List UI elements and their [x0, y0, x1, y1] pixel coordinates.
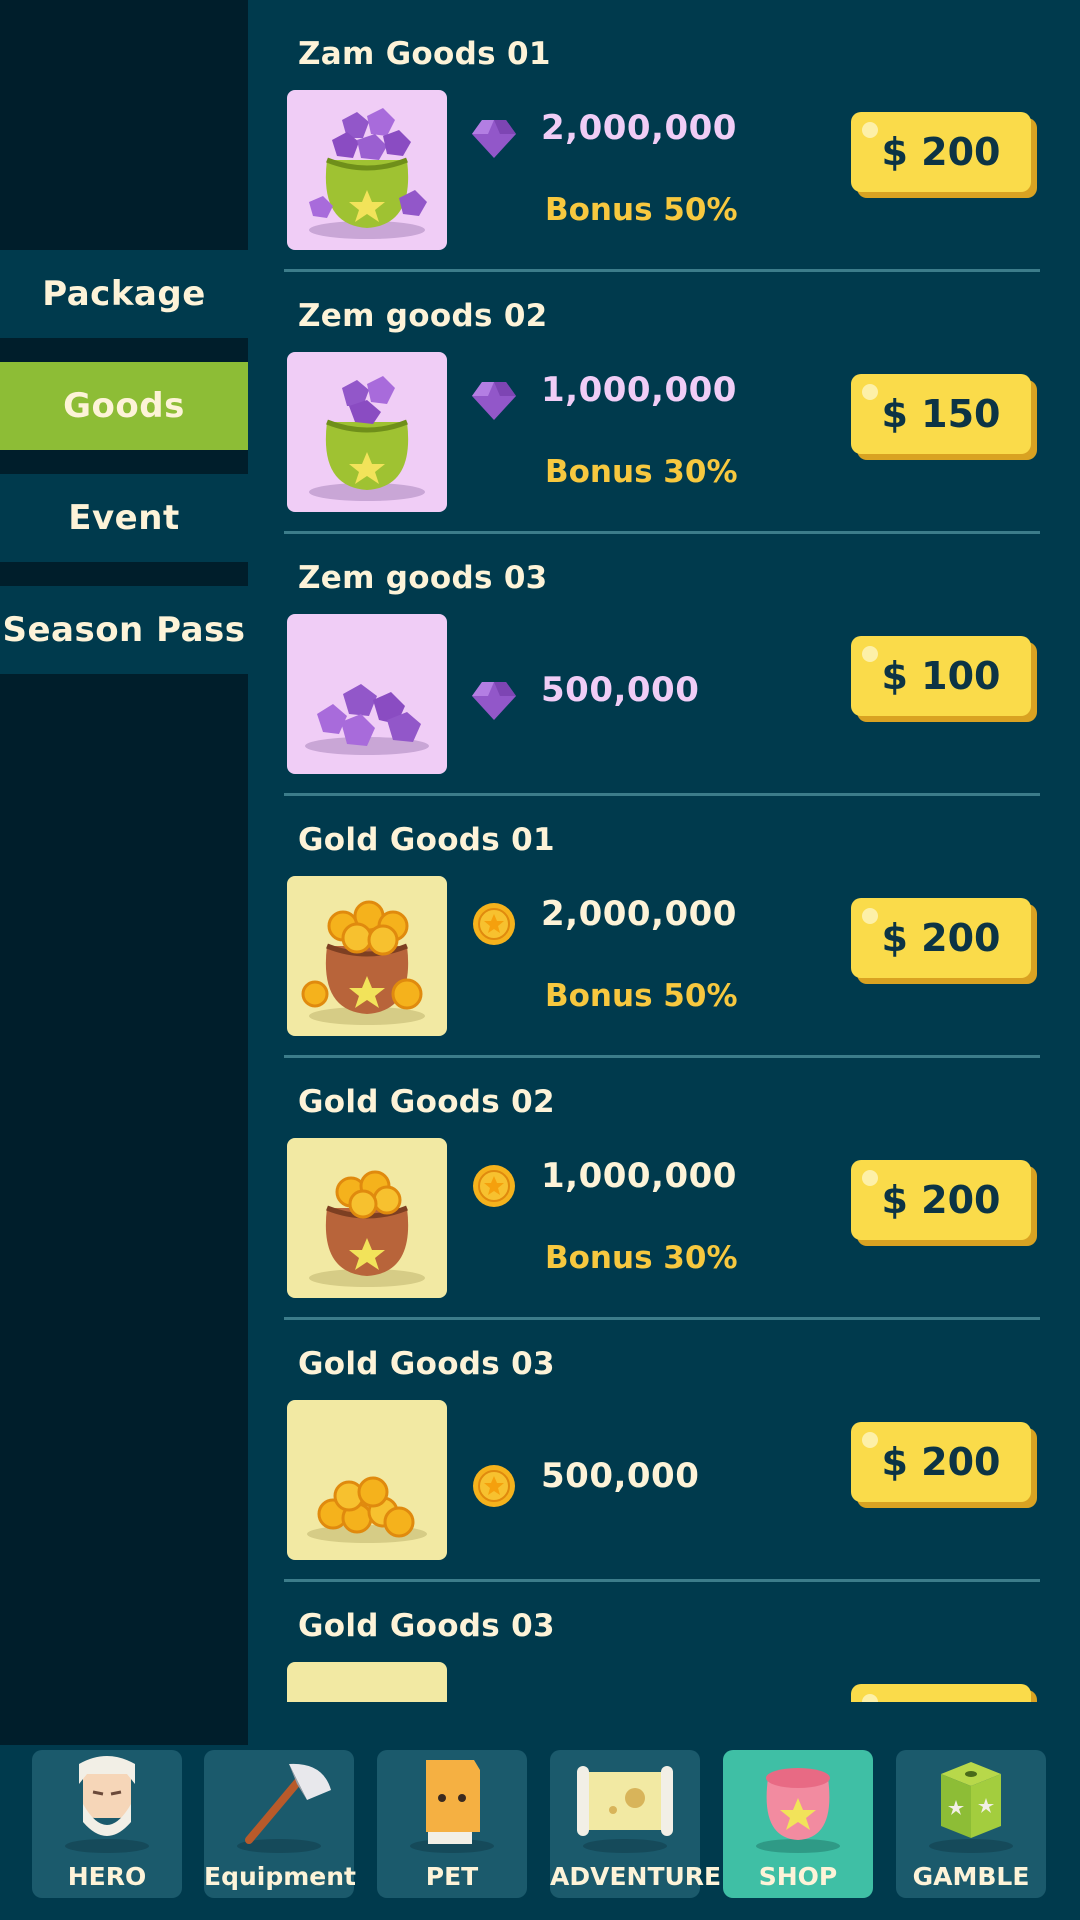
gem-bag-icon: [287, 352, 447, 512]
category-sidebar: Package Goods Event Season Pass: [0, 0, 248, 1920]
gem-pile-icon: [287, 614, 447, 774]
gem-icon: [472, 382, 516, 420]
nav-label: HERO: [67, 1862, 147, 1891]
buy-button[interactable]: $ 100: [851, 636, 1031, 716]
item-amount: 2,000,000: [541, 108, 737, 148]
tab-event[interactable]: Event: [0, 474, 248, 562]
nav-adventure[interactable]: ADVENTURE: [550, 1750, 722, 1898]
bonus-label: Bonus 50%: [545, 978, 738, 1014]
nav-label: SHOP: [758, 1862, 838, 1891]
list-item: Gold Goods 01 2,000,000 Bonus 50% $ 200: [248, 786, 1080, 1058]
buy-button[interactable]: $ 200: [851, 898, 1031, 978]
list-item: Gold Goods 03 500,000 $ 200: [248, 1310, 1080, 1582]
item-title: Gold Goods 02: [298, 1084, 555, 1120]
item-amount: 500,000: [541, 1456, 700, 1496]
nav-shop[interactable]: SHOP: [723, 1750, 873, 1898]
bottom-nav: HERO Equipment PET ADVENTURE SHOP GAMBLE: [0, 1745, 1080, 1920]
nav-label: GAMBLE: [912, 1862, 1030, 1891]
coin-bag-icon: [287, 876, 447, 1036]
tab-goods[interactable]: Goods: [0, 362, 248, 450]
item-amount: 2,000,000: [541, 894, 737, 934]
item-title: Gold Goods 01: [298, 822, 555, 858]
nav-gamble[interactable]: GAMBLE: [896, 1750, 1046, 1898]
shop-bag-icon: [756, 1768, 840, 1853]
bonus-label: Bonus 30%: [545, 454, 738, 490]
item-thumbnail: [287, 1662, 447, 1702]
pet-icon: [410, 1760, 494, 1853]
tab-package[interactable]: Package: [0, 250, 248, 338]
gem-bag-icon: [287, 90, 447, 250]
hero-icon: [65, 1756, 149, 1853]
list-item: Gold Goods 02 1,000,000 Bonus 30% $ 200: [248, 1048, 1080, 1320]
nav-hero[interactable]: HERO: [32, 1750, 182, 1898]
item-title: Zem goods 02: [298, 298, 548, 334]
nav-label: ADVENTURE: [550, 1862, 722, 1891]
nav-equipment[interactable]: Equipment: [204, 1750, 356, 1898]
bonus-label: Bonus 50%: [545, 192, 738, 228]
list-item: Zem goods 03 500,000 $ 100: [248, 524, 1080, 796]
list-item: Zam Goods 01 2,000,000 Bonus 50% $ 200: [248, 0, 1080, 272]
item-amount: 500,000: [541, 670, 700, 710]
coin-bag-icon: [287, 1138, 447, 1298]
buy-button[interactable]: $ 200: [851, 1160, 1031, 1240]
buy-button[interactable]: [851, 1684, 1031, 1702]
tab-season-pass[interactable]: Season Pass: [0, 586, 248, 674]
list-item: Zem goods 02 1,000,000 Bonus 30% $ 150: [248, 262, 1080, 534]
axe-icon: [237, 1763, 331, 1853]
nav-label: PET: [425, 1862, 479, 1891]
goods-list[interactable]: Zam Goods 01 2,000,000 Bonus 50% $ 200 Z…: [248, 0, 1080, 1702]
coin-pile-icon: [287, 1400, 447, 1560]
buy-button[interactable]: $ 200: [851, 1422, 1031, 1502]
item-amount: 1,000,000: [541, 370, 737, 410]
item-title: Gold Goods 03: [298, 1608, 555, 1644]
nav-label: Equipment: [204, 1862, 356, 1891]
coin-icon: [473, 1465, 515, 1507]
nav-pet[interactable]: PET: [377, 1750, 527, 1898]
buy-button[interactable]: $ 200: [851, 112, 1031, 192]
item-title: Gold Goods 03: [298, 1346, 555, 1382]
item-title: Zam Goods 01: [298, 36, 551, 72]
dice-icon: [929, 1762, 1013, 1853]
coin-icon: [473, 903, 515, 945]
bonus-label: Bonus 30%: [545, 1240, 738, 1276]
gem-icon: [472, 120, 516, 158]
coin-icon: [473, 1165, 515, 1207]
map-icon: [577, 1766, 673, 1853]
gem-icon: [472, 682, 516, 720]
item-amount: 1,000,000: [541, 1156, 737, 1196]
list-item: Gold Goods 03: [248, 1572, 1080, 1702]
buy-button[interactable]: $ 150: [851, 374, 1031, 454]
item-title: Zem goods 03: [298, 560, 548, 596]
